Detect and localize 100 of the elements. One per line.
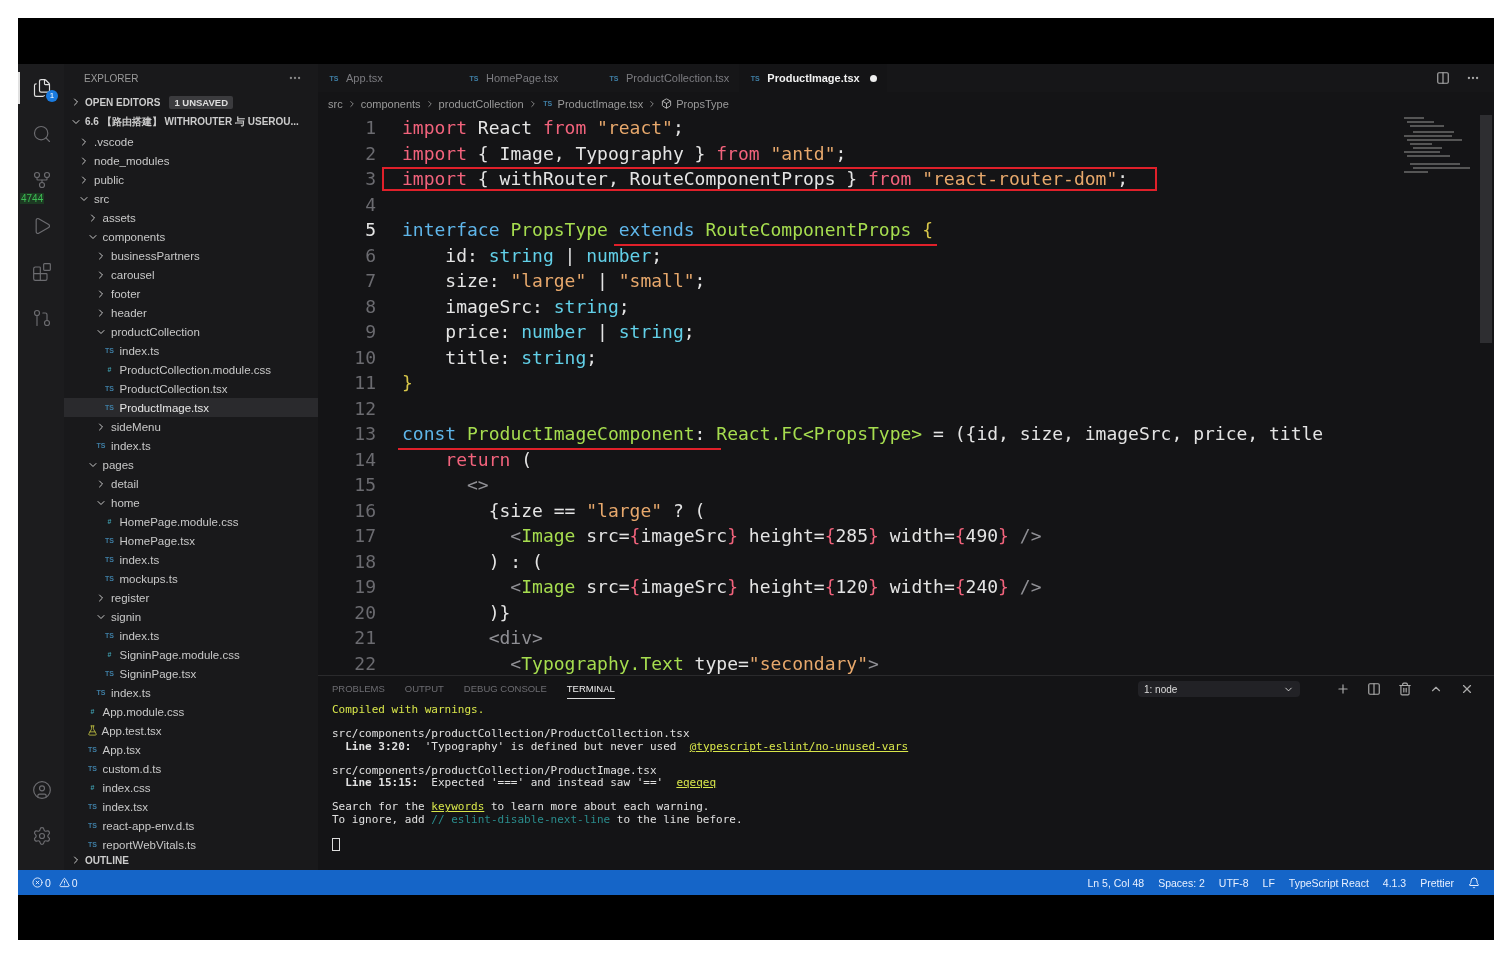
settings-icon[interactable] [32,826,52,846]
status-item[interactable]: LF [1262,876,1275,889]
code-line: id: string | number; [444,244,663,266]
flask-icon [86,725,98,736]
tree-item[interactable]: node_modules [64,151,318,170]
code-line: interface PropsType extends RouteComponentProps { [402,219,934,240]
search-icon[interactable] [32,124,52,144]
section-header[interactable]: OPEN EDITORS 1 UNSAVED [64,92,318,112]
terminal-line: Compiled with warnings. [332,704,486,717]
line-number: 3 [364,167,376,191]
close-icon[interactable] [1460,682,1474,696]
line-number: 15 [353,473,376,497]
status-item[interactable]: 4.1.3 [1382,876,1407,889]
status-item[interactable]: Spaces: 2 [1158,876,1205,889]
code-line: {size == "large" ? ( [487,499,706,521]
tree-item[interactable]: sideMenu [64,417,318,436]
terminal-line: src/components/productCollection/ProductCollection.tsx [332,728,691,741]
line-number: 4 [364,192,376,217]
code-line: <Image src={imageSrc} height={120} width={240} /> [509,576,1042,597]
tree-item[interactable]: assets [64,208,318,227]
unsaved-badge: 1 UNSAVED [169,95,234,109]
tree-item[interactable]: productCollection [64,322,318,341]
terminal-line: Line 3:20: 'Typography' is defined but never used @typescript-eslint/no-unused-vars [344,740,910,753]
line-number: 11 [353,371,376,395]
line-number: 7 [364,269,376,293]
line-number: 14 [353,447,376,472]
terminal-line: src/components/productCollection/ProductImage.tsx [332,764,658,778]
outline-header[interactable]: OUTLINE [64,850,318,870]
line-number: 19 [353,575,376,599]
bell-icon[interactable] [1468,876,1480,889]
line-number: 22 [353,651,376,675]
line-number: 9 [364,320,376,344]
panel-title: EXPLORER [84,72,139,84]
branch-icon[interactable] [32,170,52,190]
tree-item[interactable]: carousel [64,265,318,284]
breadcrumb-item[interactable]: PropsType [676,97,729,110]
code-line: ) : ( [487,550,543,572]
line-number: 21 [353,626,376,650]
tree-item[interactable]: pages [64,455,318,474]
line-number: 12 [353,396,376,421]
tree-item[interactable]: register [64,588,318,607]
tree-item[interactable]: detail [64,474,318,493]
terminal-cursor [332,838,340,852]
plus-icon[interactable] [1336,682,1350,696]
tree-item[interactable]: businessPartners [64,246,318,265]
status-item[interactable]: Ln 5, Col 48 [1087,876,1145,889]
warning-count[interactable]: 0 [71,876,78,889]
unsaved-dot-icon [869,74,877,82]
code-line: import { Image, Typography } from "antd"; [402,142,847,164]
breadcrumb-item[interactable]: src [328,97,343,110]
account-icon[interactable] [32,780,52,800]
status-item[interactable]: TypeScript React [1288,876,1369,889]
tree-item[interactable]: footer [64,284,318,303]
tree-item[interactable]: public [64,170,318,189]
status-item[interactable]: UTF-8 [1218,876,1249,889]
code-line: <div> [487,627,543,648]
tree-item[interactable]: components [64,227,318,246]
code-line: price: number | string; [444,321,695,342]
line-number: 20 [353,600,376,625]
breadcrumb-item[interactable]: components [360,97,421,110]
code-line: import { withRouter, RouteComponentProps } from "react-router-dom"; [402,168,1129,189]
pull-request-icon[interactable] [32,308,52,328]
status-item[interactable]: Prettier [1420,876,1454,889]
count-badge: 1 [46,90,58,102]
section-title: 6.6 【路由搭建】 WITHROUTER 与 USEROU... [85,115,299,129]
breadcrumb-item[interactable]: productCollection [438,97,524,110]
files-icon[interactable] [32,78,52,98]
breadcrumb-item[interactable]: ProductImage.tsx [557,97,644,110]
tree-item[interactable]: src [64,189,318,208]
code-line: import React from "react"; [402,117,684,138]
section-header[interactable]: 6.6 【路由搭建】 WITHROUTER 与 USEROU... [64,112,318,132]
tree-item[interactable]: App.test.tsx [64,721,318,740]
code-line: size: "large" | "small"; [444,270,706,291]
code-line: )} [487,601,511,623]
symbol-icon [661,98,673,109]
split-icon[interactable] [1367,682,1381,696]
terminal-line: Line 15:15: Expected '===' and instead saw '==' eqeqeq [345,777,718,790]
tree-item[interactable]: signin [64,607,318,626]
trash-icon[interactable] [1398,682,1412,696]
code-line: } [402,372,413,393]
line-number: 8 [364,294,376,319]
line-number: 6 [364,243,376,268]
panel-tab[interactable]: DEBUG CONSOLE [463,679,547,699]
scrollbar[interactable] [1480,115,1492,343]
panel-tab[interactable]: OUTPUT [404,679,444,699]
terminal-line: To ignore, add // eslint-disable-next-line to the line before. [332,813,744,827]
terminal-select[interactable]: 1: node [1138,681,1300,697]
tree-item[interactable]: .vscode [64,132,318,151]
code-line: <Typography.Text type="secondary"> [509,652,879,674]
error-icon [32,877,43,888]
code-line: title: string; [444,346,598,368]
code-line: return ( [444,448,533,470]
error-count[interactable]: 0 [45,876,51,889]
tree-item[interactable]: home [64,493,318,512]
panel-tab[interactable]: TERMINAL [566,679,615,699]
panel-tab[interactable]: PROBLEMS [332,679,385,699]
code-line: <Image src={imageSrc} height={285} width={490} /> [509,525,1042,546]
blocks-icon[interactable] [32,262,52,282]
split-editor-icon[interactable] [1436,71,1450,85]
tree-item[interactable]: header [64,303,318,322]
